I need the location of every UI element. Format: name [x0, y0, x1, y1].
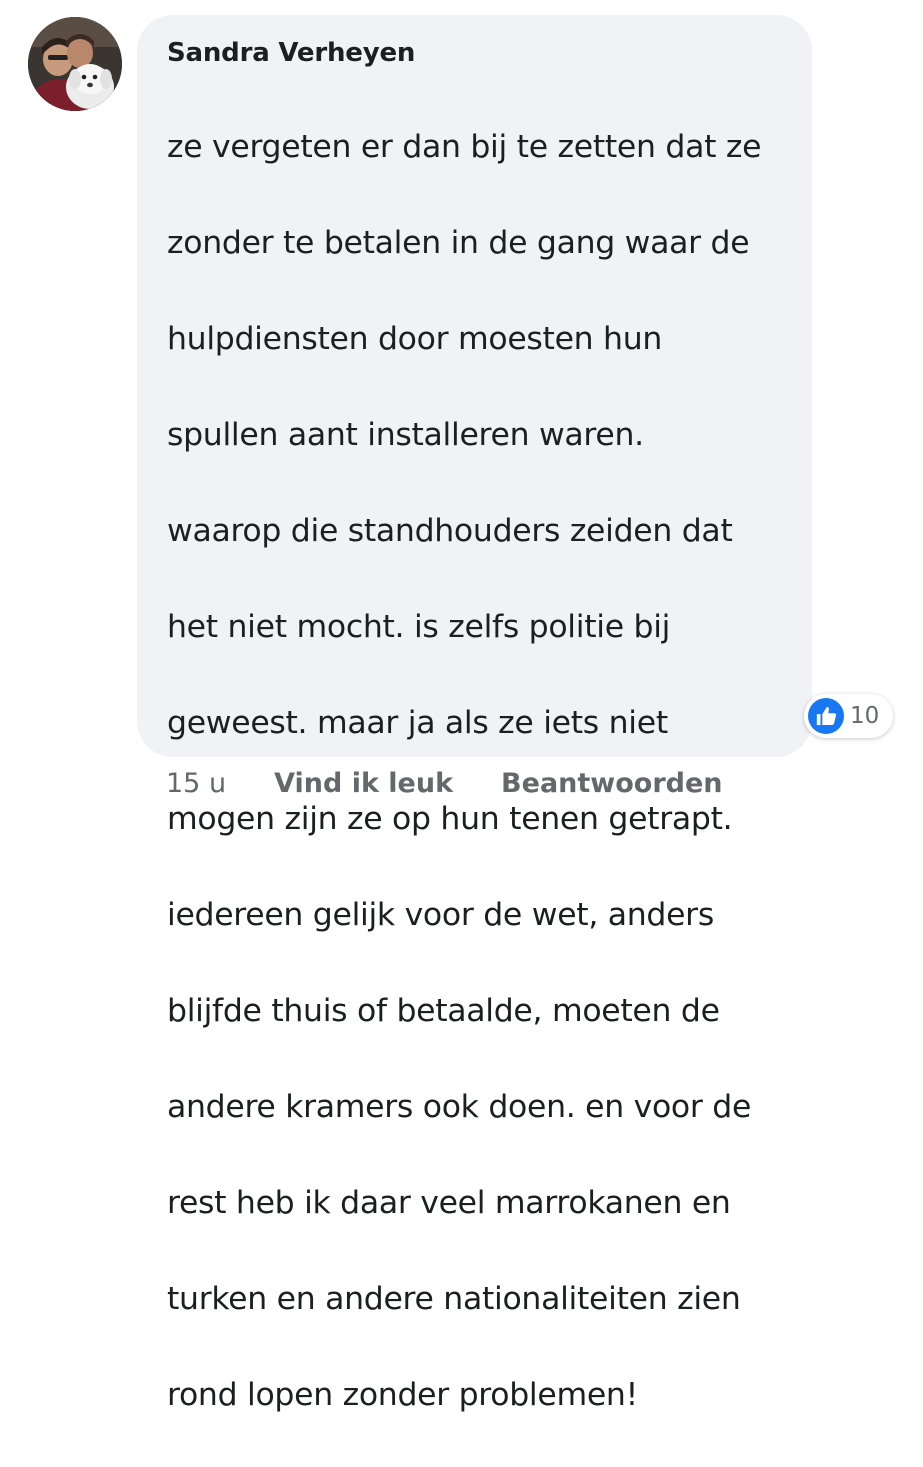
comment-line: spullen aant installeren waren. [167, 417, 644, 453]
reaction-count: 10 [850, 703, 880, 729]
comment-line: blijfde thuis of betaalde, moeten de [167, 993, 720, 1029]
comment-line: waarop die standhouders zeiden dat [167, 513, 733, 549]
comment-line: rest heb ik daar veel marrokanen en [167, 1185, 731, 1221]
like-button[interactable]: Vind ik leuk [274, 768, 453, 799]
reply-button[interactable]: Beantwoorden [501, 768, 722, 799]
comment-actions: 15 u Vind ik leuk Beantwoorden [166, 760, 771, 806]
comment-line: geweest. maar ja als ze iets niet [167, 705, 668, 741]
comment-line: iedereen gelijk voor de wet, anders [167, 897, 714, 933]
avatar[interactable] [28, 17, 122, 111]
comment-line: ze vergeten er dan bij te zetten dat ze [167, 129, 762, 165]
comment-bubble: Sandra Verheyen ze vergeten er dan bij t… [137, 15, 812, 1413]
comment-line: zonder te betalen in de gang waar de [167, 225, 750, 261]
reaction-summary[interactable]: 10 [804, 694, 894, 738]
avatar-image [28, 17, 122, 111]
comment-timestamp[interactable]: 15 u [166, 768, 226, 799]
comment-author[interactable]: Sandra Verheyen [167, 35, 812, 71]
comment-line: turken en andere nationaliteiten zien [167, 1281, 741, 1317]
comment-line: andere kramers ook doen. en voor de [167, 1089, 752, 1125]
like-icon [808, 698, 844, 734]
comment-line: rond lopen zonder problemen! [167, 1377, 638, 1413]
comment-line: hulpdiensten door moesten hun [167, 321, 663, 357]
comment-line: het niet mocht. is zelfs politie bij [167, 609, 671, 645]
